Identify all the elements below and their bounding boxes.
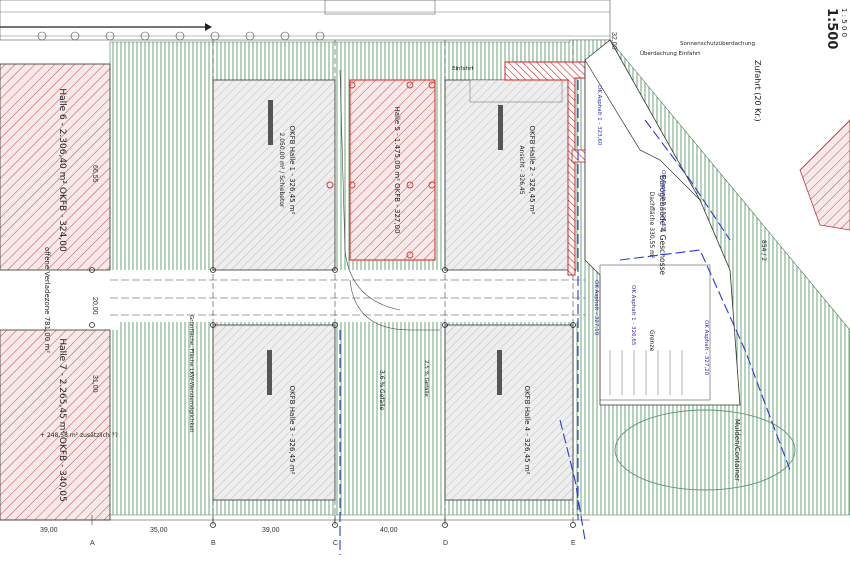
hall-7 bbox=[0, 329, 111, 521]
misc-label-3: Einfahrt bbox=[452, 66, 475, 72]
gradient-label: 3,6 % Gefälle bbox=[378, 370, 385, 411]
svg-text:C: C bbox=[333, 540, 338, 547]
scale-label: 1:500 bbox=[824, 8, 839, 49]
misc-label-2: Überdachung Einfahrt bbox=[640, 50, 701, 57]
blue-label-4: OK Asphalt - 327,20 bbox=[703, 320, 709, 376]
dim-bottom-2: 35,00 bbox=[150, 527, 168, 534]
hall-3-label: OKFB Halle 3 - 326,45 m² bbox=[288, 386, 296, 475]
misc-label-4: 854 / 2 bbox=[760, 240, 767, 261]
dim-bottom-1: 39,00 bbox=[40, 527, 58, 534]
svg-text:B: B bbox=[211, 540, 216, 547]
blue-label-5: OK Asphalt 1 - 323,60 bbox=[596, 85, 602, 146]
blue-label-1: OK Asphalt 1 - 326,65 bbox=[630, 285, 636, 346]
dim-left-1: 66,55 bbox=[91, 165, 98, 183]
grass-note: Grünfläche, Fläche LKW-Wendemöglichkeit bbox=[188, 315, 194, 433]
hall-2-sub: Ansicht - 326,45 bbox=[518, 145, 525, 194]
misc-label-1: Sonnenschutzüberdachung bbox=[680, 41, 755, 47]
dim-top-right: 32,00 bbox=[610, 32, 617, 50]
dim-bottom-3: 39,00 bbox=[262, 527, 280, 534]
hall-1-label: OKFB Halle 1 - 326,45 m² bbox=[288, 126, 296, 215]
svg-text:A: A bbox=[90, 540, 95, 547]
scale-note: 1 : 5 0 0 bbox=[840, 8, 848, 37]
hall-2-label: OKFB Halle 2 - 326,45 m² bbox=[528, 126, 536, 215]
svg-text:D: D bbox=[443, 540, 448, 547]
dim-bottom-4: 40,00 bbox=[380, 527, 398, 534]
hall-2 bbox=[444, 79, 574, 271]
hall-5-label: Halle 5 - 1.475,00 m² OKFB - 327,00 bbox=[393, 106, 401, 233]
misc-label-5: Grenze bbox=[648, 330, 655, 352]
road-label: Zufahrt (20 Kr.) bbox=[753, 60, 762, 122]
hall-1 bbox=[212, 79, 336, 271]
neighbour-plot bbox=[799, 119, 850, 231]
blue-label-2: OK Asphalt 2 - 326,55 bbox=[660, 170, 666, 231]
area-note: + 248,58 m² zusätzlich ?? bbox=[40, 432, 118, 439]
dim-left-2: 20,00 bbox=[91, 297, 98, 315]
site-plan-drawing: Halle 6 - 2.306,40 m² OKFB - 324,00 Hall… bbox=[0, 0, 850, 555]
container-area-label: Mulden/Container bbox=[733, 419, 741, 481]
road-strip bbox=[0, 0, 611, 41]
hall-3 bbox=[212, 324, 336, 501]
office-building-sub: Dachfläche 330,55 m² bbox=[648, 192, 655, 259]
gradient-label-2: 2,5 % Gefälle bbox=[423, 360, 429, 397]
hall-7-label: Halle 7 - 2.265,45 m² OKFB - 340,05 bbox=[57, 338, 67, 501]
axis-letters: A B C D E bbox=[90, 540, 576, 547]
hall-4 bbox=[444, 324, 574, 501]
blue-label-3: OK Asphalt - 327,10 bbox=[593, 280, 599, 336]
hall-4-label: OKFB Halle 4 - 326,45 m² bbox=[523, 386, 531, 475]
dim-left-3: 31,00 bbox=[91, 375, 98, 393]
hall-6-label: Halle 6 - 2.306,40 m² OKFB - 324,00 bbox=[57, 88, 67, 252]
hall-1-sub: 2.050,00 m² / Schiebetor bbox=[278, 133, 285, 209]
hall-5 bbox=[349, 79, 436, 261]
svg-text:E: E bbox=[571, 540, 576, 547]
open-area-label: offene Verladezone 781,00 m² bbox=[43, 247, 51, 353]
